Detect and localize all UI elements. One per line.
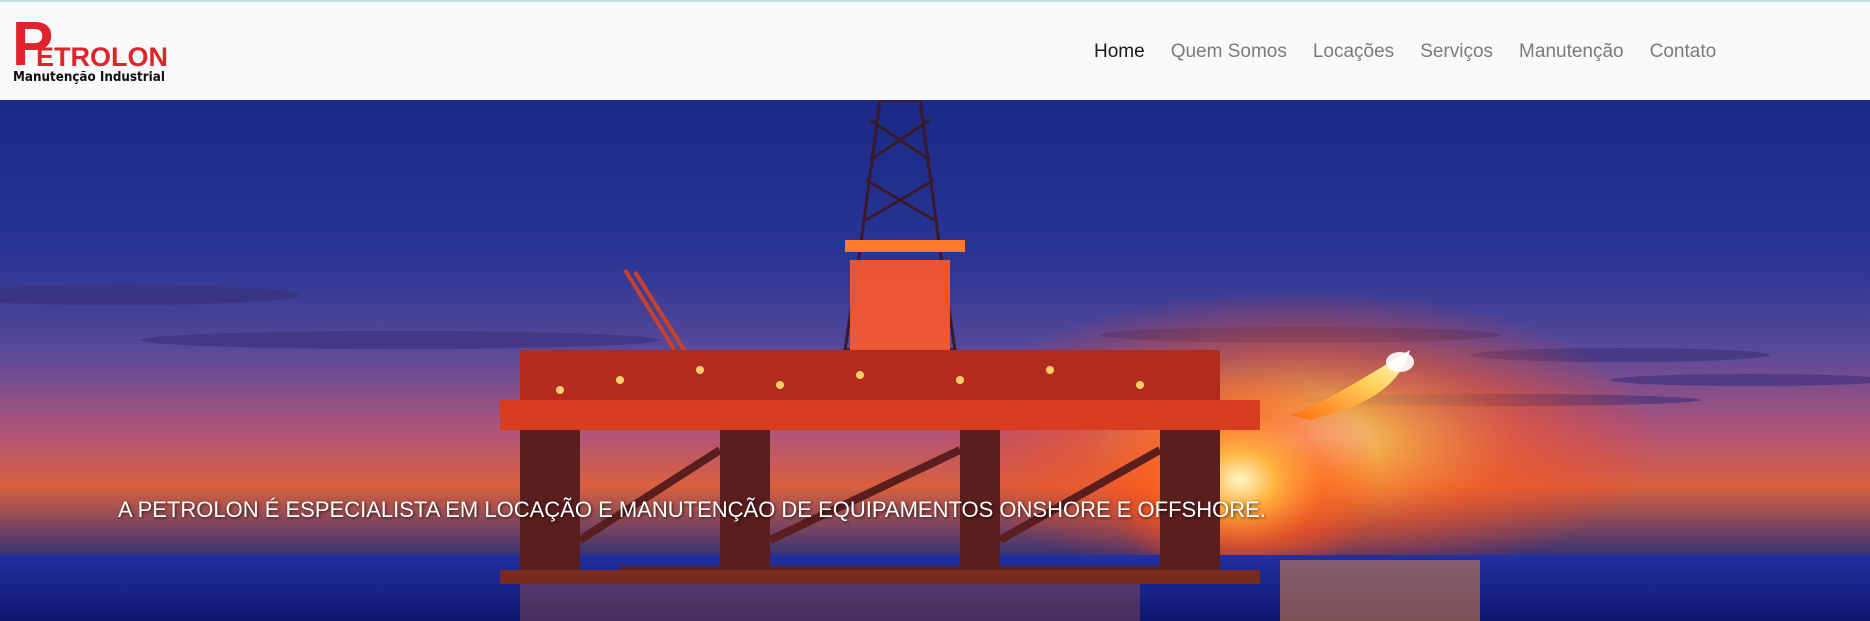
hero-banner: A PETROLON É ESPECIALISTA EM LOCAÇÃO E M… bbox=[0, 100, 1870, 621]
nav-home[interactable]: Home bbox=[1094, 41, 1145, 63]
nav-contato[interactable]: Contato bbox=[1650, 41, 1717, 63]
oil-rig-sunset-image bbox=[0, 100, 1870, 621]
nav-locacoes[interactable]: Locações bbox=[1313, 41, 1394, 63]
petrolon-logo[interactable]: P ETROLON Manutenção Industrial bbox=[12, 14, 168, 90]
main-nav: Home Quem Somos Locações Serviços Manute… bbox=[1094, 36, 1742, 68]
site-header: P ETROLON Manutenção Industrial Home Que… bbox=[0, 2, 1870, 100]
hero-caption: A PETROLON É ESPECIALISTA EM LOCAÇÃO E M… bbox=[118, 497, 1266, 522]
logo-wordmark: ETROLON bbox=[36, 42, 168, 72]
nav-servicos[interactable]: Serviços bbox=[1420, 41, 1493, 63]
logo-subtitle: Manutenção Industrial bbox=[13, 70, 165, 85]
nav-manutencao[interactable]: Manutenção bbox=[1519, 41, 1624, 63]
nav-quem-somos[interactable]: Quem Somos bbox=[1171, 41, 1287, 63]
